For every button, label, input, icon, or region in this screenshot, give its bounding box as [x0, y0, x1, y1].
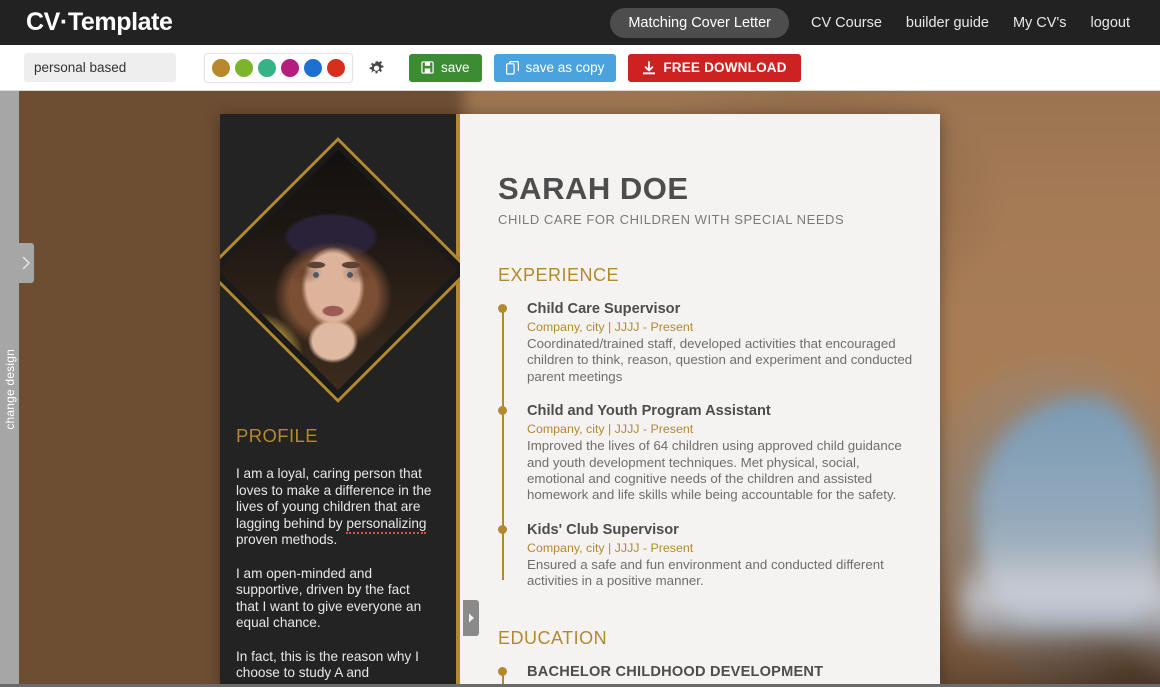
avatar-diamond-frame	[220, 137, 471, 403]
entry-description: Coordinated/trained staff, developed act…	[527, 336, 913, 384]
entry-role: Child Care Supervisor	[527, 301, 681, 317]
download-icon	[643, 60, 656, 74]
entry-role: Child and Youth Program Assistant	[527, 403, 771, 420]
nav-cv-course[interactable]: CV Course	[799, 15, 894, 31]
brand-logo[interactable]: CV·Template	[26, 8, 173, 37]
color-swatch-teal[interactable]	[258, 58, 276, 77]
cv-builder-app: CV·Template Matching Cover Letter CV Cou…	[0, 0, 1160, 687]
entry-description: Improved the lives of 64 children using …	[527, 438, 902, 503]
timeline-bullet-icon	[498, 304, 507, 313]
experience-entry[interactable]: Child and Youth Program Assistant Compan…	[498, 402, 940, 504]
cv-right-column: SARAH DOE CHILD CARE FOR CHILDREN WITH S…	[460, 114, 940, 687]
cv-subtitle[interactable]: CHILD CARE FOR CHILDREN WITH SPECIAL NEE…	[498, 212, 940, 227]
color-swatch-green[interactable]	[235, 58, 253, 77]
color-swatch-blue[interactable]	[304, 58, 322, 77]
chevron-right-icon[interactable]	[19, 243, 34, 283]
profile-paragraph-3: In fact, this is the reason why I choose…	[236, 648, 431, 687]
nav-my-cvs[interactable]: My CV's	[1001, 15, 1079, 31]
entry-description: Ensured a safe and fun environment and c…	[527, 556, 884, 589]
entry-role: BACHELOR CHILDHOOD DEVELOPMENT	[527, 663, 824, 680]
avatar-diamond-inner	[220, 149, 459, 391]
save-as-copy-button[interactable]: save as copy	[493, 53, 617, 82]
nav-logout[interactable]: logout	[1078, 15, 1142, 31]
background-snow	[961, 555, 1160, 641]
experience-entry[interactable]: Child Care Supervisor Company, city | JJ…	[498, 300, 940, 385]
triangle-right-icon	[468, 613, 474, 623]
copy-icon	[505, 60, 519, 75]
profile-section-heading: PROFILE	[236, 425, 318, 446]
entry-meta: Company, city | JJJJ - Present	[527, 422, 694, 437]
color-swatch-group	[204, 52, 353, 83]
change-design-panel-tab[interactable]: change design	[0, 91, 19, 687]
free-download-label: FREE DOWNLOAD	[663, 60, 787, 75]
nav-builder-guide[interactable]: builder guide	[894, 15, 1001, 31]
avatar-portrait-image	[220, 149, 459, 391]
free-download-button[interactable]: FREE DOWNLOAD	[628, 53, 801, 82]
profile-paragraph-1: I am a loyal, caring person that loves t…	[236, 466, 432, 547]
profile-paragraph-2: I am open-minded and supportive, driven …	[236, 565, 422, 631]
editor-toolbar: save save as copy FREE DOWNLOAD	[0, 45, 1160, 91]
color-swatch-gold[interactable]	[212, 58, 230, 77]
top-navbar: CV·Template Matching Cover Letter CV Cou…	[0, 0, 1160, 45]
gear-icon[interactable]	[365, 57, 387, 79]
cv-left-column: PROFILE I am a loyal, caring person that…	[220, 114, 471, 687]
timeline-bullet-icon	[498, 524, 507, 534]
save-as-copy-label: save as copy	[525, 60, 605, 75]
primary-nav: Matching Cover Letter CV Course builder …	[610, 7, 1142, 38]
change-design-label-wrap: change design	[0, 91, 19, 687]
cv-document-preview[interactable]: PROFILE I am a loyal, caring person that…	[220, 114, 940, 687]
floppy-disk-icon	[421, 61, 434, 74]
avatar[interactable]	[220, 137, 471, 403]
column-resize-handle[interactable]	[463, 600, 479, 636]
entry-role: Kids' Club Supervisor	[527, 521, 679, 538]
change-design-label: change design	[2, 348, 17, 430]
entry-meta: Company, city | JJJJ - Present	[527, 540, 694, 555]
color-swatch-red[interactable]	[327, 58, 345, 77]
color-swatch-magenta[interactable]	[281, 58, 299, 77]
profile-text-block[interactable]: I am a loyal, caring person that loves t…	[236, 466, 436, 687]
entry-meta: Company, city | JJJJ - Present	[527, 320, 694, 334]
timeline-line	[501, 306, 504, 580]
cv-name-input[interactable]	[24, 53, 176, 82]
experience-timeline: Child Care Supervisor Company, city | JJ…	[498, 300, 940, 590]
experience-entry[interactable]: Kids' Club Supervisor Company, city | JJ…	[498, 521, 940, 590]
education-section-heading: EDUCATION	[498, 627, 608, 648]
experience-section-heading: EXPERIENCE	[498, 265, 620, 285]
save-button[interactable]: save	[409, 53, 482, 82]
timeline-bullet-icon	[498, 666, 507, 676]
misspelled-word: personalizing	[346, 515, 427, 534]
page-title[interactable]: SARAH DOE	[498, 172, 940, 206]
save-button-label: save	[441, 60, 470, 75]
nav-matching-cover-letter[interactable]: Matching Cover Letter	[610, 7, 789, 38]
timeline-bullet-icon	[498, 406, 507, 416]
